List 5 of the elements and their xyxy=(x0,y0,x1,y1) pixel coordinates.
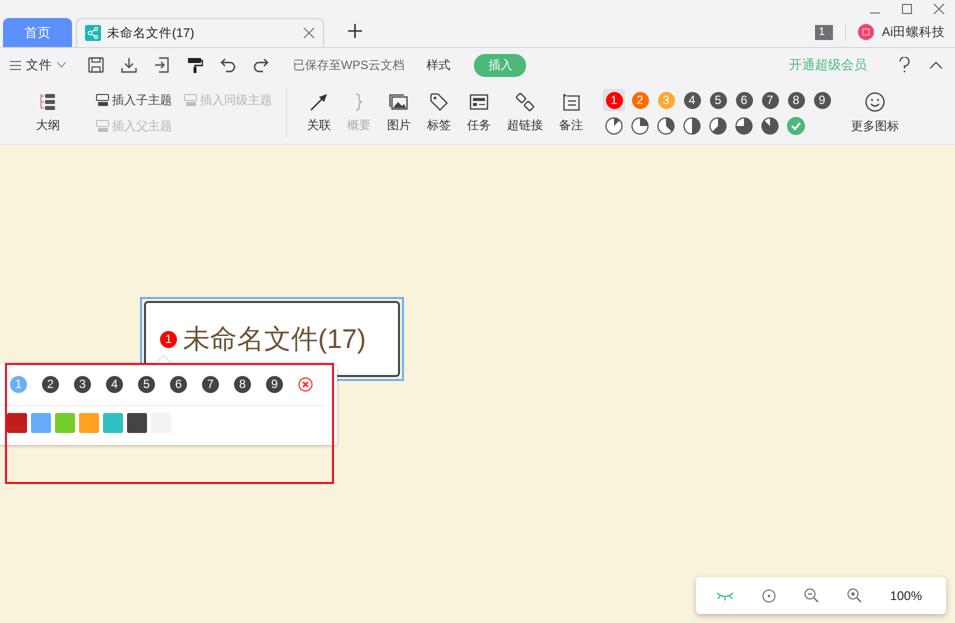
zoom-level: 100% xyxy=(890,588,922,602)
topic-title: 未命名文件(17) xyxy=(183,323,366,356)
priority-marker: 1 xyxy=(160,330,177,348)
tab-label: 未命名文件(17) xyxy=(107,24,196,42)
save-status: 已保存至WPS云文档 xyxy=(293,56,404,74)
